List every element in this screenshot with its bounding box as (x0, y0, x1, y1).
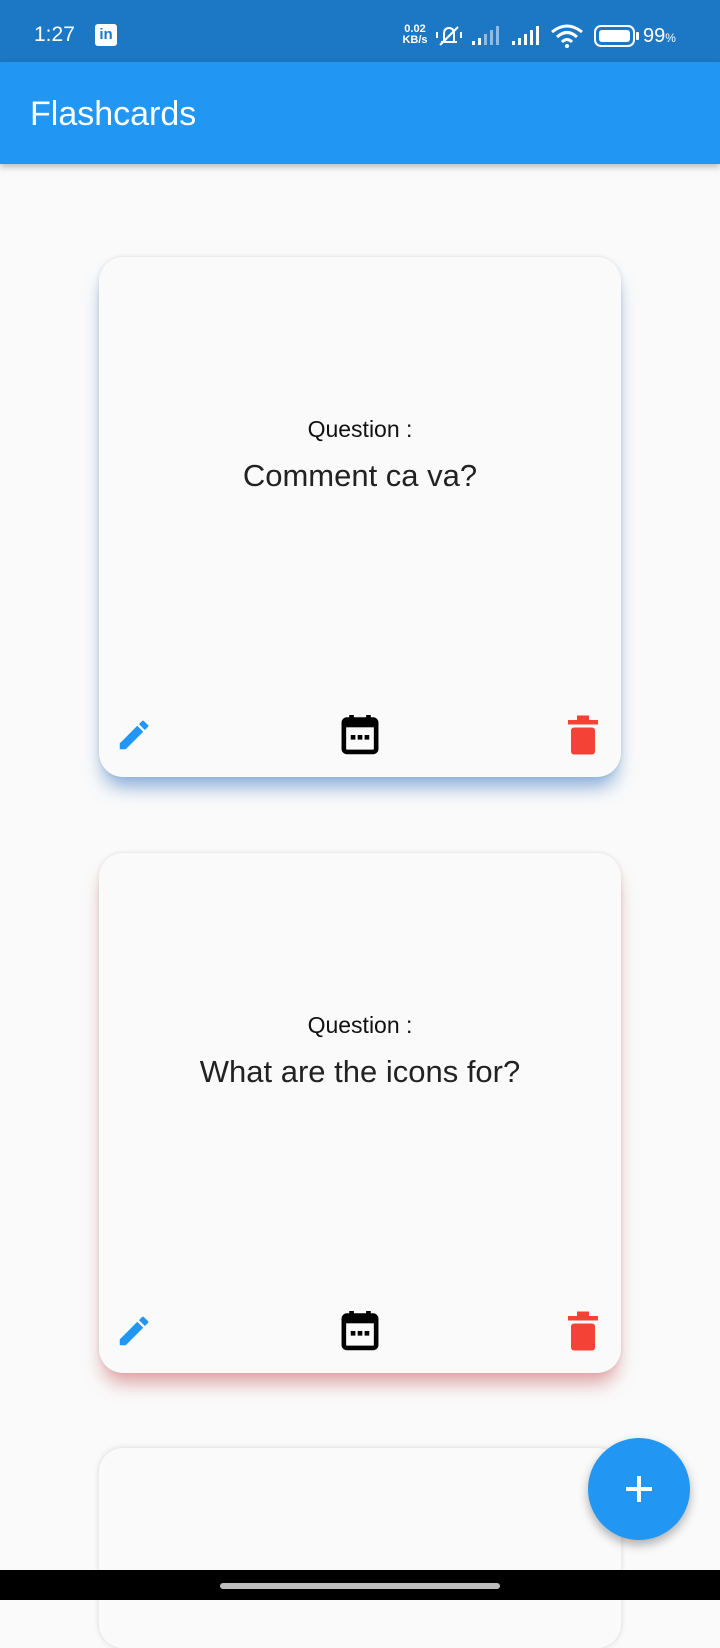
calendar-icon (341, 1311, 379, 1351)
edit-button[interactable] (113, 1310, 155, 1352)
plus-icon (626, 1476, 652, 1502)
signal-strength-icon (512, 26, 539, 45)
wifi-icon (551, 24, 583, 48)
battery-percentage: 99% (643, 24, 676, 50)
trash-icon (568, 715, 598, 755)
signal-strength-icon (472, 26, 499, 45)
battery-value: 99 (643, 25, 666, 47)
pencil-icon (119, 1316, 149, 1346)
delete-button[interactable] (562, 1310, 604, 1352)
add-card-button[interactable] (588, 1438, 690, 1540)
question-label: Question : (307, 416, 413, 442)
delete-button[interactable] (562, 714, 604, 756)
battery-icon (594, 25, 639, 47)
question-text: What are the icons for? (199, 1054, 521, 1089)
app-title: Flashcards (30, 95, 197, 133)
flashcard[interactable]: Question : Comment ca va? (99, 257, 621, 777)
linkedin-icon: in (95, 24, 117, 46)
flashcard[interactable] (99, 1448, 621, 1648)
calendar-icon (341, 715, 379, 755)
trash-icon (568, 1311, 598, 1351)
status-bar: 1:27 in 0.02 KB/s 99% (0, 0, 720, 62)
network-speed-unit: KB/s (402, 34, 428, 46)
battery-unit: % (665, 31, 676, 45)
schedule-button[interactable] (339, 714, 381, 756)
pencil-icon (119, 720, 149, 750)
flashcard[interactable]: Question : What are the icons for? (99, 853, 621, 1373)
question-label: Question : (307, 1012, 413, 1038)
network-speed: 0.02 KB/s (398, 24, 432, 46)
mute-icon (436, 26, 462, 46)
schedule-button[interactable] (339, 1310, 381, 1352)
question-text: Comment ca va? (242, 458, 478, 493)
status-time: 1:27 (34, 23, 75, 46)
home-indicator[interactable] (220, 1583, 500, 1589)
app-bar: Flashcards (0, 62, 720, 164)
navigation-bar (0, 1570, 720, 1600)
edit-button[interactable] (113, 714, 155, 756)
